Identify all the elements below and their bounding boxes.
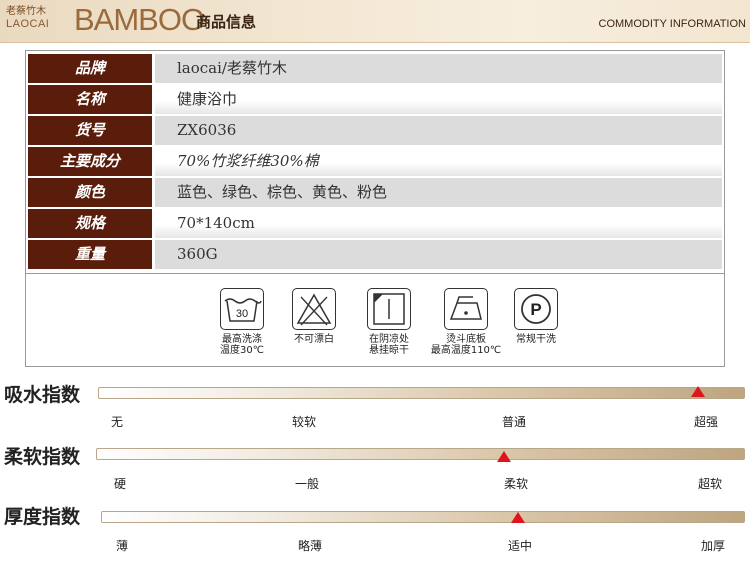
shade-drip-dry-icon: [367, 288, 411, 330]
info-label: 重量: [28, 240, 152, 269]
info-label: 颜色: [28, 178, 152, 207]
absorbency-index-title: 吸水指数: [4, 384, 81, 406]
index-tick: 略薄: [297, 539, 322, 553]
no-bleach-icon: [292, 288, 336, 330]
care-item-wash: 30 最高洗涤 温度30℃: [212, 288, 272, 356]
info-label: 品牌: [28, 54, 152, 83]
index-tick: 普通: [501, 415, 526, 429]
info-value: 70%竹浆纤维30%棉: [155, 147, 722, 176]
care-caption: 在阴凉处: [369, 334, 409, 345]
care-caption: 烫斗底板: [446, 334, 486, 345]
header-banner: 老蔡竹木 LAOCAI BAMBOO 商品信息 COMMODITY INFORM…: [0, 0, 750, 43]
info-row-weight: 重量 360G: [28, 240, 722, 269]
logo-cn-small: 老蔡竹木: [6, 6, 46, 17]
info-row-name: 名称 健康浴巾: [28, 85, 722, 114]
section-title-cn: 商品信息: [196, 13, 257, 31]
care-caption: 悬挂晾干: [369, 345, 409, 356]
product-info-table: 品牌 laocai/老蔡竹木 名称 健康浴巾 货号 ZX6036 主要成分 70…: [25, 50, 725, 367]
info-value: 健康浴巾: [155, 85, 722, 114]
index-tick: 较软: [291, 415, 316, 429]
index-tick: 超强: [693, 415, 718, 429]
info-value: 360G: [155, 240, 722, 269]
info-label: 货号: [28, 116, 152, 145]
iron-110-icon: [444, 288, 488, 330]
info-label: 主要成分: [28, 147, 152, 176]
care-symbols: 30 最高洗涤 温度30℃ 不可漂白 在阴凉处 悬挂晾干 烫斗底板 最高温度11…: [26, 273, 724, 367]
dry-clean-p-icon: P: [514, 288, 558, 330]
care-item-iron: 烫斗底板 最高温度110℃: [426, 288, 506, 356]
wash-30-icon: 30: [220, 288, 264, 330]
info-value: 蓝色、绿色、棕色、黄色、粉色: [155, 178, 722, 207]
care-item-bleach: 不可漂白: [284, 288, 344, 345]
wash-temp: 30: [236, 308, 248, 320]
thickness-index-bar: [101, 511, 745, 523]
softness-index-bar: [96, 448, 745, 460]
softness-index-title: 柔软指数: [4, 446, 81, 468]
index-tick: 柔软: [503, 477, 528, 491]
section-title-en: COMMODITY INFORMATION: [598, 18, 746, 30]
index-tick: 一般: [294, 477, 319, 491]
care-item-dryclean: P 常规干洗: [504, 288, 568, 345]
info-label: 名称: [28, 85, 152, 114]
info-label: 规格: [28, 209, 152, 238]
index-tick: 超软: [697, 477, 722, 491]
logo-en-small: LAOCAI: [6, 18, 50, 30]
care-caption: 最高温度110℃: [430, 345, 502, 356]
info-value: 70*140cm: [155, 209, 722, 238]
softness-index-marker: [496, 451, 511, 462]
dryclean-letter: P: [530, 300, 541, 319]
index-tick: 无: [110, 415, 123, 429]
index-tick: 加厚: [700, 539, 725, 553]
absorbency-index-bar: [98, 387, 745, 399]
care-caption: 最高洗涤: [222, 334, 262, 345]
index-tick: 硬: [113, 477, 126, 491]
info-value: ZX6036: [155, 116, 722, 145]
info-value: laocai/老蔡竹木: [155, 54, 722, 83]
care-caption: 不可漂白: [294, 334, 334, 345]
logo-bamboo: BAMBOO: [74, 2, 205, 37]
info-row-material: 主要成分 70%竹浆纤维30%棉: [28, 147, 722, 176]
info-row-sku: 货号 ZX6036: [28, 116, 722, 145]
index-tick: 适中: [507, 539, 532, 553]
care-caption: 温度30℃: [220, 345, 264, 356]
thickness-index-title: 厚度指数: [4, 506, 81, 528]
info-row-brand: 品牌 laocai/老蔡竹木: [28, 54, 722, 83]
logo-small: 老蔡竹木 LAOCAI: [6, 6, 49, 30]
care-caption: 常规干洗: [516, 334, 556, 345]
absorbency-index-marker: [690, 386, 705, 397]
care-item-dry: 在阴凉处 悬挂晾干: [359, 288, 419, 356]
thickness-index-marker: [511, 512, 526, 523]
info-row-size: 规格 70*140cm: [28, 209, 722, 238]
info-row-color: 颜色 蓝色、绿色、棕色、黄色、粉色: [28, 178, 722, 207]
index-tick: 薄: [115, 539, 128, 553]
